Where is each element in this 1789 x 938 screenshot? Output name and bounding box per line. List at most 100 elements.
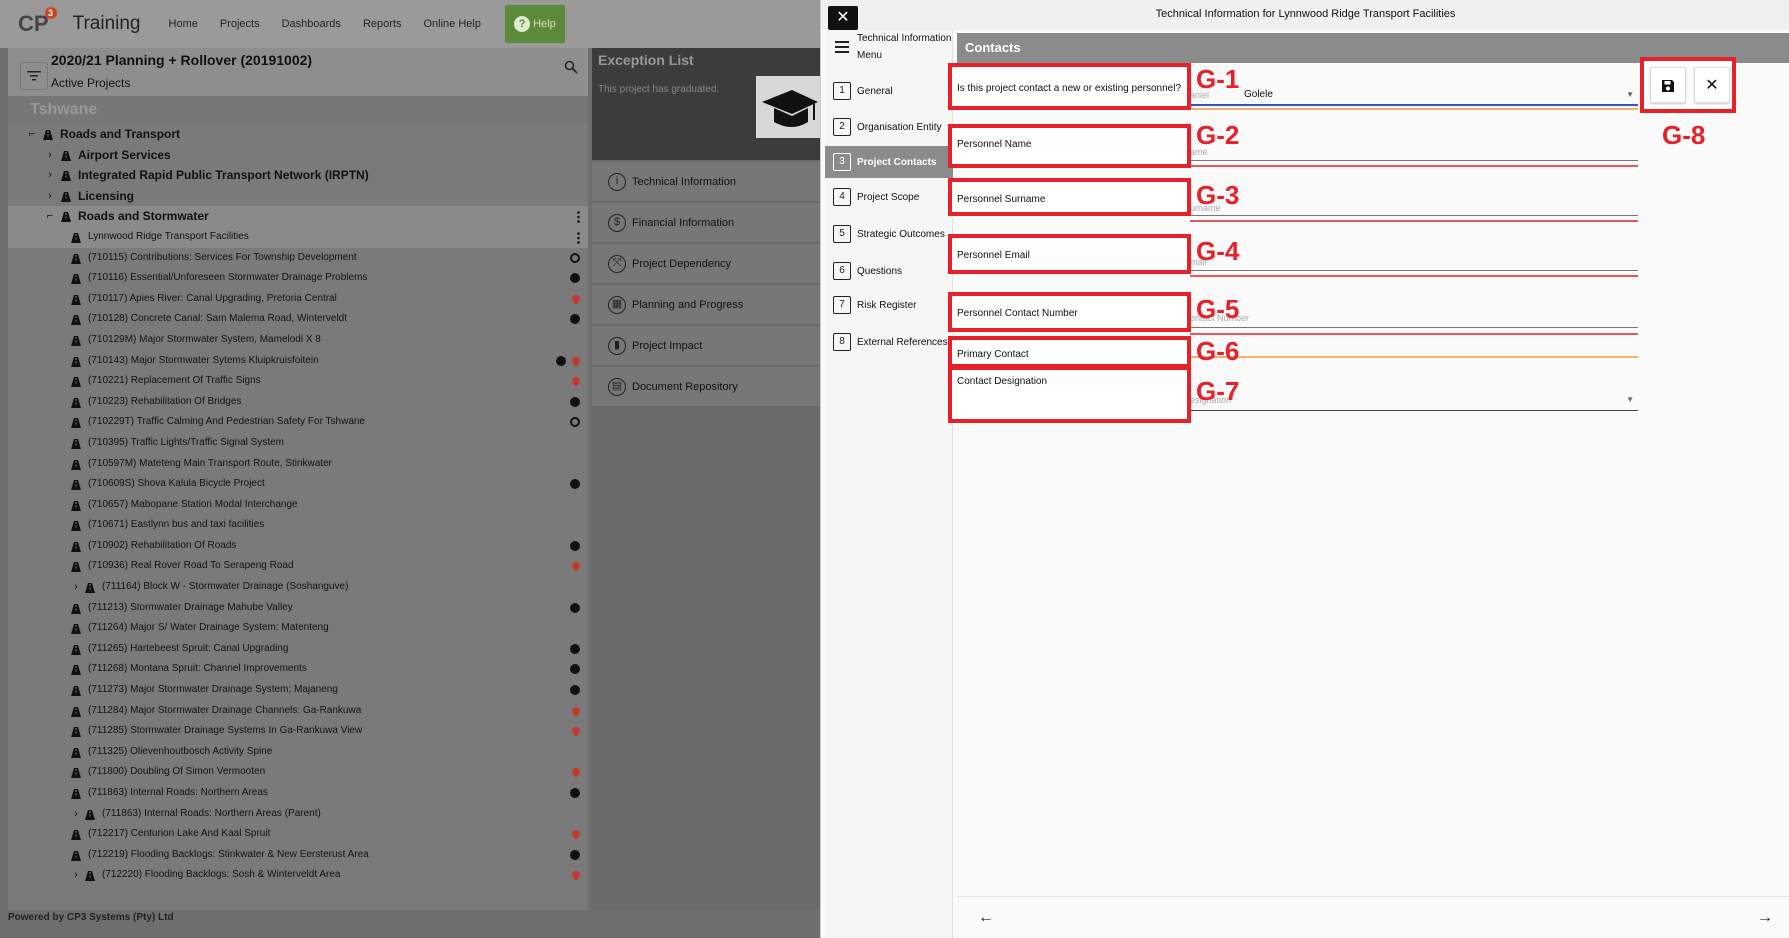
tree-row-label: (711273) Major Stormwater Drainage Syste…: [88, 684, 338, 696]
nav-reports[interactable]: Reports: [363, 18, 402, 30]
tree-project-row[interactable]: › (711164) Block W - Stormwater Drainage …: [8, 577, 588, 598]
tree-project-row[interactable]: (711265) Hartebeest Spruit: Canal Upgrad…: [8, 639, 588, 660]
tree-project-row[interactable]: (710115) Contributions: Services For Tow…: [8, 248, 588, 269]
nav-home[interactable]: Home: [169, 18, 198, 30]
road-icon: [42, 128, 54, 140]
technical-menu-item-2[interactable]: 2 Organisation Entity: [825, 112, 953, 142]
side-menu-item[interactable]: ▤ Document Repository: [592, 367, 820, 407]
new-existing-select[interactable]: aniel Golele ▼: [1190, 80, 1638, 110]
road-icon: [60, 210, 72, 223]
more-icon[interactable]: [577, 231, 580, 244]
tree-group[interactable]: ⌐ Roads and Transport: [8, 124, 588, 145]
side-menu-item[interactable]: ⤧ Project Dependency: [592, 244, 820, 284]
technical-menu-item-4[interactable]: 4 Project Scope: [825, 182, 953, 212]
filter-icon[interactable]: [20, 62, 48, 90]
exception-text: This project has graduated.: [598, 84, 720, 95]
tree-project-row[interactable]: (712217) Centurion Lake And Kaal Spruit: [8, 824, 588, 845]
technical-menu-item-3[interactable]: 3 Project Contacts: [825, 146, 953, 178]
nav-dashboards[interactable]: Dashboards: [282, 18, 341, 30]
tree-project-row[interactable]: (710597M) Mateteng Main Transport Route,…: [8, 454, 588, 475]
tree-group[interactable]: › Airport Services: [8, 145, 588, 166]
tree-project-row[interactable]: (711325) Olievenhoutbosch Activity Spine: [8, 742, 588, 763]
cp3-logo[interactable]: CP 3: [18, 7, 57, 37]
personnel-surname-input[interactable]: urname: [1190, 196, 1638, 226]
tree-project-row[interactable]: (710902) Rehabilitation Of Roads: [8, 536, 588, 557]
expand-icon[interactable]: ›: [70, 804, 82, 825]
annotation-label-g3: G-3: [1196, 180, 1240, 210]
tree-project-row[interactable]: (710221) Replacement Of Traffic Signs: [8, 371, 588, 392]
tree-row-label: (712219) Flooding Backlogs: Stinkwater &…: [88, 848, 369, 860]
tree-project-row[interactable]: › (711863) Internal Roads: Northern Areas…: [8, 804, 588, 825]
tree-project-row[interactable]: (710143) Major Stormwater Sytems Kluipkr…: [8, 351, 588, 372]
side-menu-item[interactable]: $ Financial Information: [592, 203, 820, 243]
tree-project-row[interactable]: (710128) Concrete Canal: Sam Malema Road…: [8, 309, 588, 330]
tree-project-row[interactable]: (710116) Essential/Unforeseen Stormwater…: [8, 268, 588, 289]
alert-status-icon: [570, 869, 582, 882]
save-button[interactable]: [1650, 67, 1686, 103]
annotation-label-g2: G-2: [1196, 120, 1240, 150]
tree-project-row[interactable]: (710129M) Major Stormwater System, Mamel…: [8, 330, 588, 351]
personnel-name-input[interactable]: ame: [1190, 138, 1638, 168]
tree-project-row[interactable]: (711264) Major S/ Water Drainage System:…: [8, 618, 588, 639]
tree-project-row[interactable]: (711273) Major Stormwater Drainage Syste…: [8, 680, 588, 701]
number-3-icon: 3: [833, 153, 851, 171]
tree-project-row[interactable]: Lynnwood Ridge Transport Facilities: [8, 226, 588, 248]
technical-menu-item-1[interactable]: 1 General: [825, 76, 953, 106]
prev-arrow-icon[interactable]: ←: [973, 905, 999, 931]
tree-row-label: Roads and Stormwater: [78, 209, 209, 224]
expand-icon[interactable]: ›: [44, 165, 56, 186]
tree-project-row[interactable]: (711213) Stormwater Drainage Mahube Vall…: [8, 598, 588, 619]
personnel-contact-number-input[interactable]: ontact Number: [1190, 310, 1638, 340]
technical-menu-label: Project Scope: [857, 191, 920, 203]
expand-icon[interactable]: ›: [70, 865, 82, 886]
technical-menu-item-6[interactable]: 6 Questions: [825, 256, 953, 286]
collapse-icon[interactable]: ⌐: [44, 206, 56, 227]
side-menu-item[interactable]: ▦ Planning and Progress: [592, 285, 820, 325]
technical-menu-label: Risk Register: [857, 299, 917, 311]
tree-project-row[interactable]: (711268) Montana Spruit: Channel Improve…: [8, 659, 588, 680]
tree-project-row[interactable]: (710223) Rehabilitation Of Bridges: [8, 392, 588, 413]
tree-group[interactable]: › Integrated Rapid Public Transport Netwo…: [8, 165, 588, 186]
region-header[interactable]: Tshwane: [8, 96, 588, 124]
tree-project-row[interactable]: (711285) Stormwater Drainage Systems In …: [8, 721, 588, 742]
expand-icon[interactable]: ›: [44, 186, 56, 207]
primary-contact-checkbox[interactable]: [1190, 348, 1638, 362]
technical-menu-item-8[interactable]: 8 External References: [825, 324, 953, 360]
contact-designation-select[interactable]: esignation ▼: [1190, 388, 1638, 418]
technical-menu-item-5[interactable]: 5 Strategic Outcomes: [825, 216, 953, 252]
tree-project-row[interactable]: (711800) Doubling Of Simon Vermooten: [8, 762, 588, 783]
tree-project-row[interactable]: › (712220) Flooding Backlogs: Sosh & Wint…: [8, 865, 588, 886]
tree-group[interactable]: ⌐ Roads and Stormwater: [8, 206, 588, 227]
tree-project-row[interactable]: (710395) Traffic Lights/Traffic Signal S…: [8, 433, 588, 454]
side-menu-item[interactable]: i Technical Information: [592, 162, 820, 202]
collapse-icon[interactable]: ⌐: [26, 124, 38, 145]
cancel-button[interactable]: ✕: [1694, 67, 1730, 103]
tree-project-row[interactable]: (710117) Apies River: Canal Upgrading, P…: [8, 289, 588, 310]
tree-project-row[interactable]: (712219) Flooding Backlogs: Stinkwater &…: [8, 845, 588, 866]
tree-project-row[interactable]: (710657) Mabopane Station Modal Intercha…: [8, 495, 588, 516]
personnel-email-input[interactable]: mail: [1190, 252, 1638, 282]
technical-menu-item-7[interactable]: 7 Risk Register: [825, 290, 953, 320]
help-button[interactable]: ? Help: [504, 5, 565, 43]
tree-project-row[interactable]: (710936) Real Rover Road To Serapeng Roa…: [8, 556, 588, 577]
search-icon[interactable]: [564, 60, 578, 77]
tree-project-row[interactable]: (710229T) Traffic Calming And Pedestrian…: [8, 412, 588, 433]
nav-online-help[interactable]: Online Help: [423, 18, 480, 30]
side-menu-item[interactable]: ▮ Project Impact: [592, 326, 820, 366]
tree-rows: ⌐ Roads and Transport › Airport Services › In…: [8, 124, 588, 886]
annotation-box-g4: Personnel Email: [948, 234, 1191, 274]
tree-project-row[interactable]: (711284) Major Stormwater Drainage Chann…: [8, 701, 588, 722]
tree-project-row[interactable]: (710609S) Shova Kalula Bicycle Project: [8, 474, 588, 495]
top-navbar: CP 3 Training Home Projects Dashboards Repor…: [0, 0, 820, 48]
nav-projects[interactable]: Projects: [220, 18, 260, 30]
side-menu-label: Technical Information: [632, 175, 736, 188]
tree-project-row[interactable]: (710671) Eastlynn bus and taxi facilitie…: [8, 515, 588, 536]
main-nav: Home Projects Dashboards Reports Online Help: [169, 18, 481, 30]
more-icon[interactable]: [577, 210, 580, 224]
technical-menu-header[interactable]: Technical Information Menu: [825, 30, 953, 64]
tree-project-row[interactable]: (711863) Internal Roads: Northern Areas: [8, 783, 588, 804]
tree-group[interactable]: › Licensing: [8, 186, 588, 207]
expand-icon[interactable]: ›: [44, 145, 56, 166]
next-arrow-icon[interactable]: →: [1752, 905, 1778, 931]
expand-icon[interactable]: ›: [70, 577, 82, 598]
